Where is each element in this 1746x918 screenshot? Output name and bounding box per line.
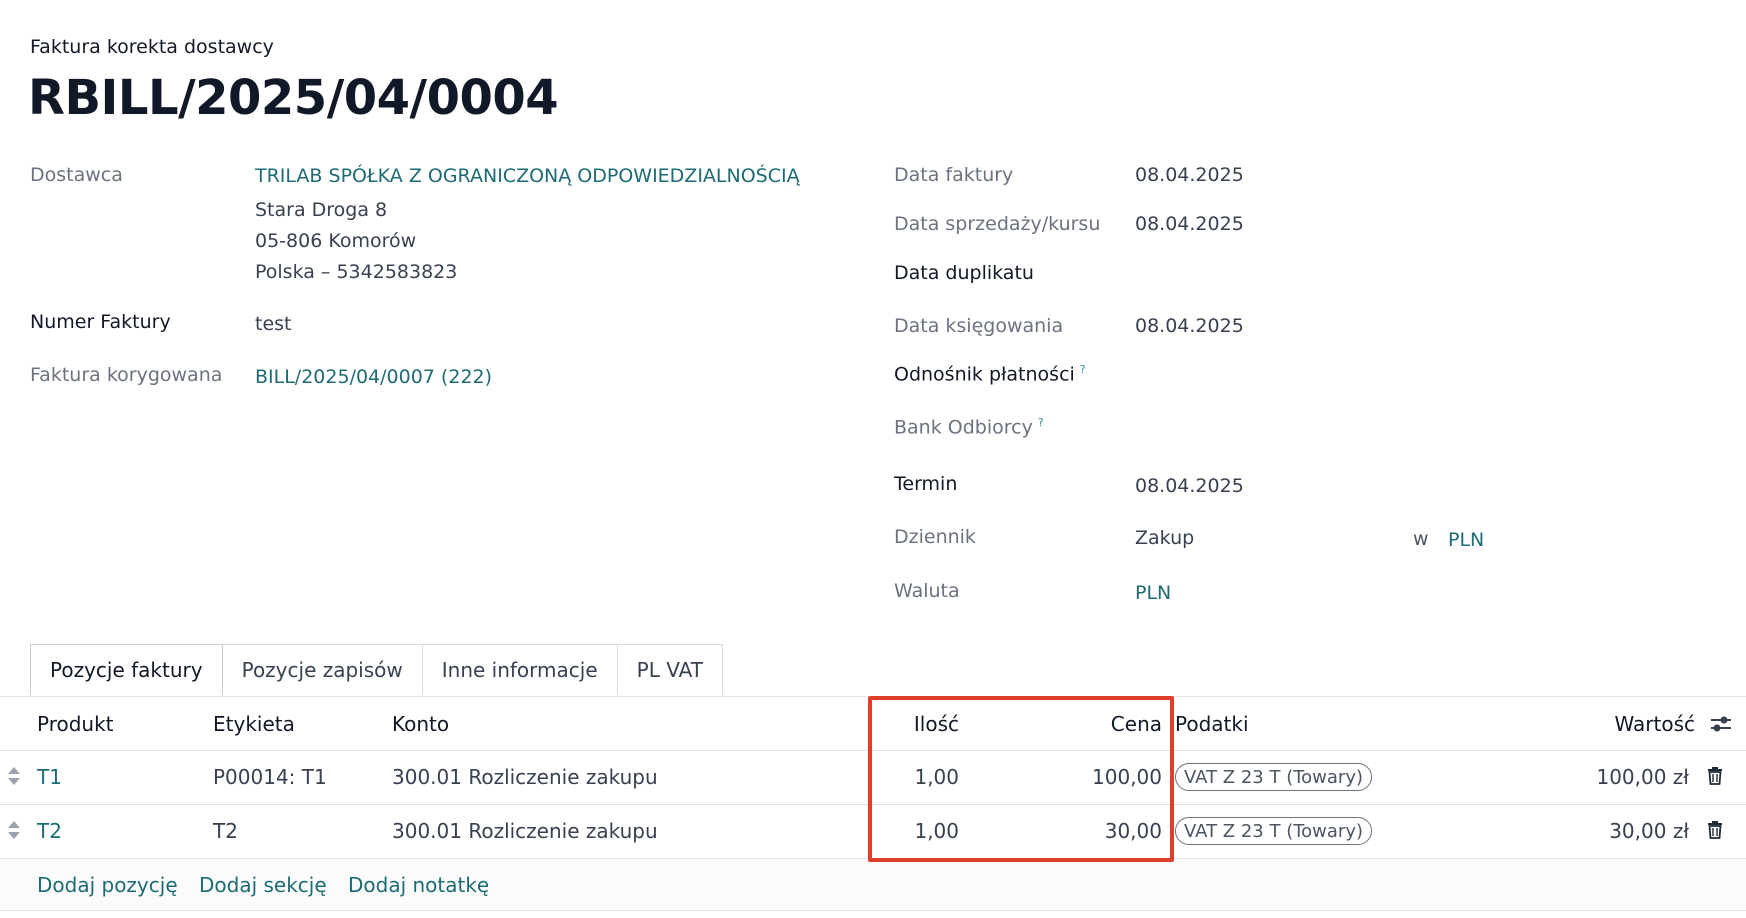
table-bottom-border [0,910,1746,911]
drag-handle-icon[interactable] [6,820,22,840]
accounting-date-field[interactable]: 08.04.2025 [1135,315,1244,337]
vendor-address-country: Polska – 5342583823 [255,261,458,283]
highlight-box [868,696,1174,862]
add-line-link[interactable]: Dodaj pozycję [37,873,178,897]
payment-reference-label-text: Odnośnik płatności [894,363,1075,386]
journal-currency-in: w [1413,528,1429,550]
column-header-product[interactable]: Produkt [37,712,114,736]
tax-badge[interactable]: VAT Z 23 T (Towary) [1175,763,1372,791]
row-product[interactable]: T2 [37,819,62,843]
row-label[interactable]: T2 [213,819,238,843]
column-header-account[interactable]: Konto [392,712,449,736]
column-header-taxes[interactable]: Podatki [1175,712,1249,736]
due-date-field[interactable]: 08.04.2025 [1135,475,1244,497]
invoice-number-field[interactable]: test [255,313,292,335]
invoice-date-label: Data faktury [894,164,1014,186]
currency-label: Waluta [894,580,960,602]
row-amount: 30,00 zł [1609,819,1689,843]
drag-handle-icon[interactable] [6,766,22,786]
tab-invoice-lines[interactable]: Pozycje faktury [30,644,223,695]
recipient-bank-label: Bank Odbiorcy? [894,416,1044,438]
add-section-link[interactable]: Dodaj sekcję [199,873,327,897]
accounting-date-label: Data księgowania [894,315,1064,337]
row-amount: 100,00 zł [1596,765,1689,789]
tax-badge[interactable]: VAT Z 23 T (Towary) [1175,817,1372,845]
trash-icon[interactable] [1707,821,1723,839]
journal-label: Dziennik [894,526,976,548]
vendor-address-street: Stara Droga 8 [255,199,388,221]
trash-icon[interactable] [1707,767,1723,785]
help-icon[interactable]: ? [1080,363,1086,376]
tab-journal-items[interactable]: Pozycje zapisów [222,644,423,695]
row-account[interactable]: 300.01 Rozliczenie zakupu [392,819,658,843]
row-label[interactable]: P00014: T1 [213,765,327,789]
optional-columns-icon[interactable] [1709,713,1733,735]
invoice-number-label: Numer Faktury [30,311,171,333]
tab-other-info[interactable]: Inne informacje [422,644,618,695]
help-icon[interactable]: ? [1038,416,1044,429]
vendor-label: Dostawca [30,164,123,186]
corrected-invoice-label: Faktura korygowana [30,364,223,386]
column-header-amount[interactable]: Wartość [1615,712,1695,736]
tab-pl-vat[interactable]: PL VAT [617,644,723,695]
sale-date-label: Data sprzedaży/kursu [894,213,1101,235]
document-type: Faktura korekta dostawcy [30,36,274,58]
page-title: RBILL/2025/04/0004 [28,70,559,126]
notebook-tabs: Pozycje faktury Pozycje zapisów Inne inf… [30,644,723,696]
row-account[interactable]: 300.01 Rozliczenie zakupu [392,765,658,789]
add-note-link[interactable]: Dodaj notatkę [348,873,489,897]
journal-field[interactable]: Zakup [1135,527,1194,549]
column-header-label[interactable]: Etykieta [213,712,295,736]
vendor-link[interactable]: TRILAB SPÓŁKA Z OGRANICZONĄ ODPOWIEDZIAL… [255,165,800,187]
row-product[interactable]: T1 [37,765,62,789]
duplicate-date-label: Data duplikatu [894,262,1034,284]
due-date-label: Termin [894,473,958,495]
currency-link[interactable]: PLN [1135,582,1171,604]
sale-date-field[interactable]: 08.04.2025 [1135,213,1244,235]
payment-reference-label: Odnośnik płatności? [894,363,1086,385]
recipient-bank-label-text: Bank Odbiorcy [894,416,1033,439]
journal-currency-link[interactable]: PLN [1448,529,1484,551]
corrected-invoice-link[interactable]: BILL/2025/04/0007 (222) [255,366,492,388]
vendor-address-city: 05-806 Komorów [255,230,417,252]
invoice-date-field[interactable]: 08.04.2025 [1135,164,1244,186]
